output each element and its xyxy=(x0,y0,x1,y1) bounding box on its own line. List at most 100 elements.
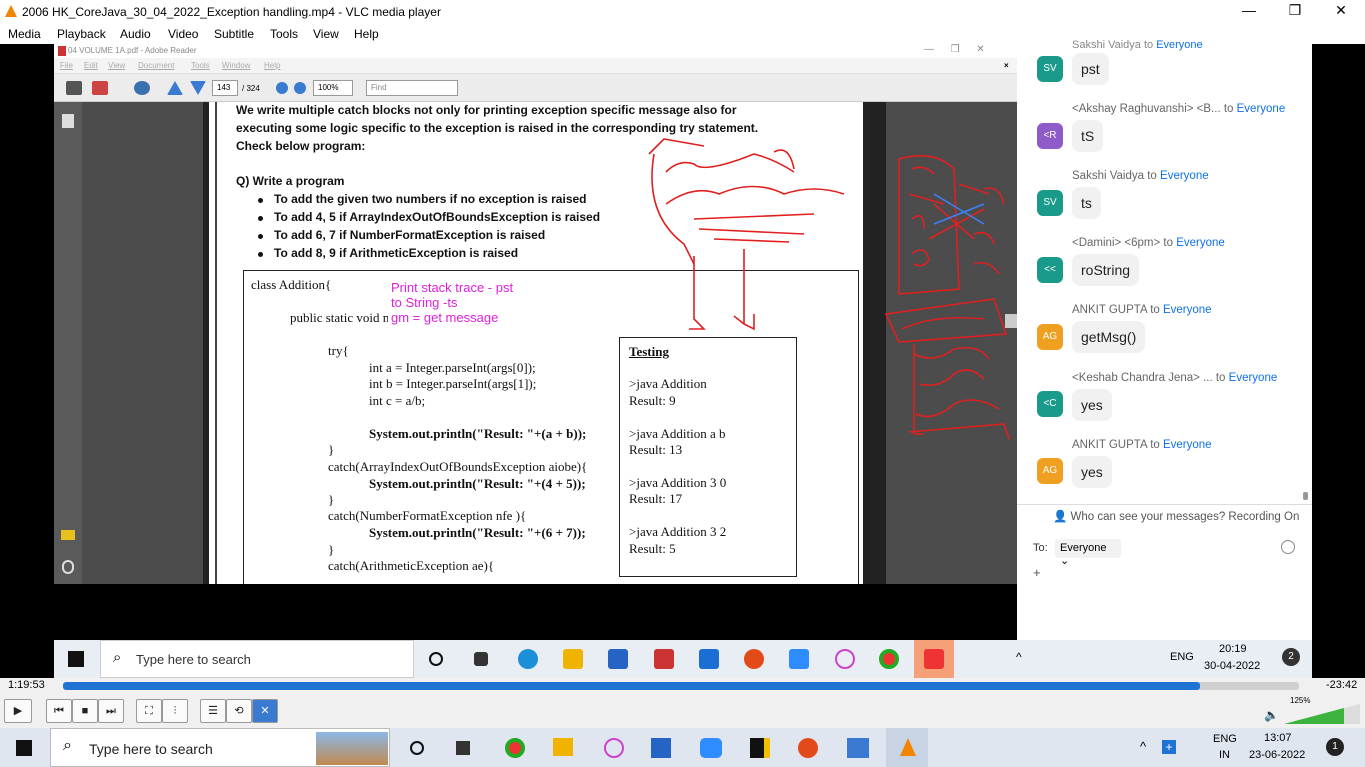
task-view-icon[interactable] xyxy=(456,741,470,755)
chat-input[interactable]: + xyxy=(1033,565,1041,580)
visibility-note[interactable]: 👤 Who can see your messages? Recording O… xyxy=(1053,509,1299,523)
photos-icon[interactable] xyxy=(847,738,869,758)
notification-badge[interactable]: 1 xyxy=(1326,738,1344,756)
chat-avatar: SV xyxy=(1037,56,1063,82)
seek-bar[interactable] xyxy=(63,682,1299,690)
elapsed-time: 1:19:53 xyxy=(8,679,45,691)
fullscreen-button[interactable]: ⛶ xyxy=(136,699,162,723)
reader-scroll-thumb[interactable] xyxy=(1005,314,1017,328)
extended-settings-button[interactable]: ⫶ xyxy=(162,699,188,723)
screen-recorder-icon[interactable] xyxy=(924,649,944,669)
add-icon[interactable]: + xyxy=(1162,740,1176,754)
record-app-icon[interactable] xyxy=(744,649,764,669)
menu-playback[interactable]: Playback xyxy=(57,27,106,41)
annotation-stroke xyxy=(884,298,1008,343)
chat-scroll-thumb[interactable] xyxy=(1303,492,1308,500)
chat-avatar: SV xyxy=(1037,190,1063,216)
search-highlight-image xyxy=(316,732,388,765)
volume-slider[interactable] xyxy=(1284,704,1360,724)
chrome-icon[interactable] xyxy=(505,738,525,758)
recipient-select[interactable]: Everyone ⌄ xyxy=(1055,539,1121,567)
chrome-icon[interactable] xyxy=(879,649,899,669)
zoom-app-icon[interactable] xyxy=(700,738,722,758)
minimize-button[interactable]: — xyxy=(1234,2,1264,18)
window-title: 2006 HK_CoreJava_30_04_2022_Exception ha… xyxy=(22,5,441,19)
chat-sender: <Keshab Chandra Jena> ... to Everyone xyxy=(1072,372,1278,384)
chat-divider xyxy=(1017,504,1312,505)
taskbar-date: 23-06-2022 xyxy=(1249,749,1306,761)
maximize-button[interactable]: ❐ xyxy=(1280,2,1310,19)
vlc-controls: ▶ ⏮ ■ ⏭ ⛶ ⫶ ☰ ⟲ ✕ 🔈 125% xyxy=(0,694,1365,728)
pen-annotations xyxy=(648,138,1010,440)
sticky-notes-icon[interactable] xyxy=(750,738,770,758)
annotation-stroke xyxy=(693,213,815,243)
gift-icon[interactable] xyxy=(654,649,674,669)
menu-tools[interactable]: Tools xyxy=(270,27,298,41)
search-icon: ⌕ xyxy=(113,649,122,666)
menu-subtitle[interactable]: Subtitle xyxy=(214,27,254,41)
windows-logo-icon[interactable] xyxy=(16,740,32,756)
vlc-cone-icon[interactable] xyxy=(900,738,916,756)
zoom-chat-panel: Sakshi Vaidya to Everyone SV pst <Akshay… xyxy=(1017,39,1312,640)
taskbar-lang[interactable]: ENG xyxy=(1213,733,1237,745)
annotation-stroke xyxy=(911,214,925,230)
cortana-icon[interactable] xyxy=(429,652,443,666)
shuffle-button[interactable]: ✕ xyxy=(252,699,278,723)
chat-avatar: <R xyxy=(1037,123,1063,149)
recorded-search-box[interactable]: ⌕ Type here to search xyxy=(100,640,414,678)
menu-help[interactable]: Help xyxy=(354,27,379,41)
mail-icon[interactable] xyxy=(699,649,719,669)
previous-button[interactable]: ⏮ xyxy=(46,699,72,723)
menu-audio[interactable]: Audio xyxy=(120,27,151,41)
stop-button[interactable]: ■ xyxy=(72,699,98,723)
task-view-icon[interactable] xyxy=(474,652,488,666)
menu-view[interactable]: View xyxy=(313,27,339,41)
edge-icon[interactable] xyxy=(518,649,538,669)
annotation-stroke xyxy=(898,154,960,295)
record-app-icon[interactable] xyxy=(798,738,818,758)
annotation-stroke xyxy=(973,187,1005,275)
chevron-down-icon: ⌄ xyxy=(1060,555,1070,567)
store-icon[interactable] xyxy=(608,649,628,669)
windows-logo-icon[interactable] xyxy=(68,651,84,667)
chat-message: tS xyxy=(1072,120,1104,152)
speaker-icon[interactable]: 🔈 xyxy=(1264,708,1279,722)
annotation-stroke xyxy=(901,316,985,330)
annotation-stroke xyxy=(933,193,985,225)
close-button[interactable]: ✕ xyxy=(1326,2,1356,19)
next-button[interactable]: ⏭ xyxy=(98,699,124,723)
seek-progress xyxy=(63,682,1201,690)
recorded-lang[interactable]: ENG xyxy=(1170,651,1194,663)
annotation-stroke xyxy=(648,138,705,155)
loop-button[interactable]: ⟲ xyxy=(226,699,252,723)
annotation-stroke xyxy=(651,153,695,265)
cortana-icon[interactable] xyxy=(410,741,424,755)
snipping-icon[interactable] xyxy=(835,649,855,669)
chat-avatar: <C xyxy=(1037,391,1063,417)
emoji-icon[interactable] xyxy=(1281,540,1295,554)
menu-video[interactable]: Video xyxy=(168,27,198,41)
playlist-button[interactable]: ☰ xyxy=(200,699,226,723)
store-icon[interactable] xyxy=(651,738,671,758)
taskbar-search-box[interactable]: ⌕ Type here to search xyxy=(50,728,390,767)
windows-taskbar: ⌕ Type here to search ^ + ENG IN 13:07 2… xyxy=(0,728,1365,767)
snipping-icon[interactable] xyxy=(604,738,624,758)
chat-message: yes xyxy=(1072,389,1112,421)
menu-media[interactable]: Media xyxy=(8,27,41,41)
annotation-stroke xyxy=(689,256,706,330)
annotation-stroke xyxy=(913,346,1000,418)
tray-chevron-icon[interactable]: ^ xyxy=(1016,650,1022,664)
chat-message: getMsg() xyxy=(1072,321,1146,353)
taskbar-region[interactable]: IN xyxy=(1219,749,1230,761)
play-button[interactable]: ▶ xyxy=(4,699,32,723)
file-explorer-icon[interactable] xyxy=(553,738,573,756)
search-icon: ⌕ xyxy=(63,737,72,754)
chat-avatar: AG xyxy=(1037,458,1063,484)
annotation-stroke xyxy=(665,153,795,173)
recorded-notification-badge[interactable]: 2 xyxy=(1282,648,1300,666)
recorded-date: 30-04-2022 xyxy=(1204,660,1261,672)
file-explorer-icon[interactable] xyxy=(563,649,583,669)
person-icon: 👤 xyxy=(1053,511,1068,523)
tray-chevron-icon[interactable]: ^ xyxy=(1140,739,1146,754)
zoom-app-icon[interactable] xyxy=(789,649,809,669)
